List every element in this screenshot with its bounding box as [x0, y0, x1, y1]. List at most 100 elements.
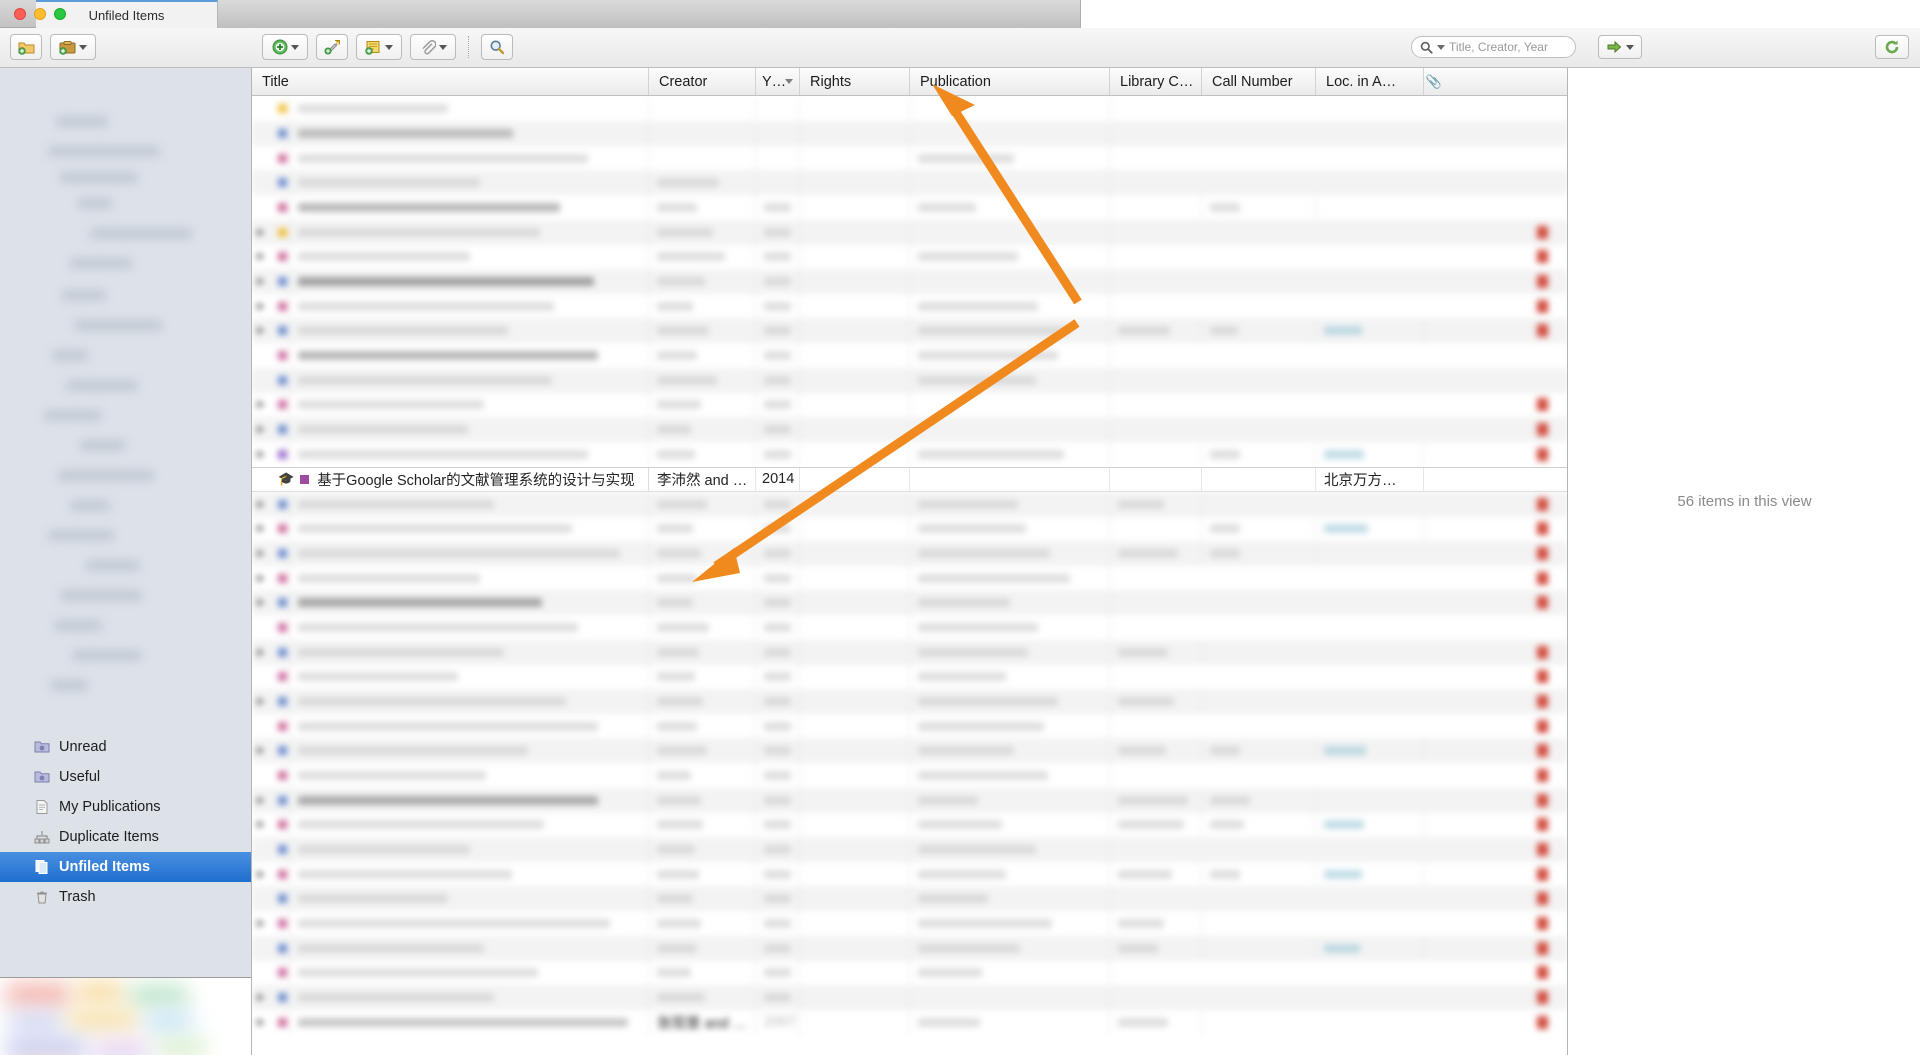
items-column-headers: Title Creator Y… Rights Publication Libr…	[252, 68, 1567, 96]
table-row[interactable]	[252, 121, 1567, 146]
table-row[interactable]: ▶	[252, 294, 1567, 319]
new-item-button[interactable]	[262, 34, 308, 60]
row-twisty[interactable]: ▶	[252, 276, 270, 287]
table-row[interactable]	[252, 960, 1567, 985]
table-row[interactable]: ▶	[252, 788, 1567, 813]
row-twisty[interactable]: ▶	[252, 918, 270, 929]
row-twisty[interactable]: ▶	[252, 251, 270, 262]
row-twisty[interactable]: ▶	[252, 869, 270, 880]
table-row[interactable]	[252, 714, 1567, 739]
maximize-button[interactable]	[54, 8, 66, 20]
table-row[interactable]: ▶	[252, 590, 1567, 615]
minimize-button[interactable]	[34, 8, 46, 20]
tag-selector[interactable]	[0, 977, 251, 1055]
close-button[interactable]	[14, 8, 26, 20]
unfiled-icon	[35, 860, 48, 874]
table-row[interactable]	[252, 936, 1567, 961]
table-row[interactable]: ▶	[252, 392, 1567, 417]
add-item-by-identifier-button[interactable]: Z	[316, 34, 348, 60]
sidebar-item-unread[interactable]: Unread	[0, 732, 251, 762]
row-twisty[interactable]: ▶	[252, 992, 270, 1003]
column-header-loc-in-archive[interactable]: Loc. in A…	[1316, 68, 1424, 95]
table-row[interactable]	[252, 615, 1567, 640]
table-row-last[interactable]: ▶ 张现普 and … 2007	[252, 1010, 1567, 1035]
search-mode-chevron-icon[interactable]	[1437, 44, 1445, 50]
new-collection-button[interactable]	[10, 34, 42, 60]
svg-text:Z: Z	[335, 40, 338, 46]
row-twisty[interactable]: ▶	[252, 499, 270, 510]
locate-button[interactable]	[1598, 35, 1642, 59]
new-note-button[interactable]	[356, 34, 402, 60]
sidebar-item-duplicate-items[interactable]: Duplicate Items	[0, 822, 251, 852]
column-header-title[interactable]: Title	[252, 68, 649, 95]
row-twisty[interactable]: ▶	[252, 227, 270, 238]
row-twisty[interactable]: ▶	[252, 449, 270, 460]
row-twisty[interactable]: ▶	[252, 795, 270, 806]
quick-search-box[interactable]: Title, Creator, Year	[1411, 36, 1576, 58]
table-row[interactable]: ▶	[252, 566, 1567, 591]
table-row[interactable]	[252, 195, 1567, 220]
table-row[interactable]: ▶	[252, 318, 1567, 343]
table-row[interactable]: ▶	[252, 640, 1567, 665]
table-row[interactable]	[252, 664, 1567, 689]
table-row[interactable]	[252, 170, 1567, 195]
table-row[interactable]: ▶	[252, 269, 1567, 294]
table-row[interactable]: ▶	[252, 442, 1567, 467]
table-row[interactable]: ▶	[252, 220, 1567, 245]
sync-button[interactable]	[1875, 35, 1909, 59]
column-header-library-catalog[interactable]: Library C…	[1110, 68, 1202, 95]
column-header-year[interactable]: Y…	[756, 68, 800, 95]
table-row[interactable]	[252, 146, 1567, 171]
table-row[interactable]	[252, 368, 1567, 393]
column-header-call-number[interactable]: Call Number	[1202, 68, 1316, 95]
sidebar-item-useful[interactable]: Useful	[0, 762, 251, 792]
row-twisty[interactable]: ▶	[252, 399, 270, 410]
collections-tree-blurred[interactable]	[0, 68, 251, 733]
sidebar-item-unfiled-items[interactable]: Unfiled Items	[0, 852, 251, 882]
advanced-search-button[interactable]	[481, 34, 513, 60]
row-twisty[interactable]: ▶	[252, 548, 270, 559]
table-row-selected[interactable]: 🎓 基于Google Scholar的文献管理系统的设计与实现 李沛然 and …	[252, 467, 1567, 492]
column-label: Creator	[659, 73, 708, 90]
row-twisty[interactable]: ▶	[252, 523, 270, 534]
sort-descending-icon	[785, 79, 793, 84]
sidebar-item-trash[interactable]: Trash	[0, 882, 251, 912]
table-row[interactable]: ▶	[252, 985, 1567, 1010]
column-label: Rights	[810, 73, 852, 90]
row-twisty[interactable]: ▶	[252, 819, 270, 830]
column-header-rights[interactable]: Rights	[800, 68, 910, 95]
row-twisty[interactable]: ▶	[252, 424, 270, 435]
items-list[interactable]: ▶ ▶ ▶ ▶ ▶ ▶ ▶ ▶ 🎓 基于Google Scholar的文献管理系…	[252, 96, 1567, 1055]
row-twisty[interactable]: ▶	[252, 696, 270, 707]
row-twisty[interactable]: ▶	[252, 1017, 270, 1028]
row-twisty[interactable]: ▶	[252, 301, 270, 312]
table-row[interactable]	[252, 886, 1567, 911]
table-row[interactable]	[252, 837, 1567, 862]
table-row[interactable]: ▶	[252, 244, 1567, 269]
table-row[interactable]: ▶	[252, 812, 1567, 837]
new-library-button[interactable]	[50, 34, 96, 60]
row-twisty[interactable]: ▶	[252, 597, 270, 608]
table-row[interactable]: ▶	[252, 738, 1567, 763]
row-twisty[interactable]: ▶	[252, 745, 270, 756]
table-row[interactable]: ▶	[252, 417, 1567, 442]
column-header-attachment[interactable]: 📎	[1424, 68, 1452, 95]
column-header-publication[interactable]: Publication	[910, 68, 1110, 95]
row-twisty[interactable]: ▶	[252, 325, 270, 336]
add-attachment-button[interactable]	[410, 34, 456, 60]
table-row[interactable]: ▶	[252, 862, 1567, 887]
row-twisty[interactable]: ▶	[252, 647, 270, 658]
table-row[interactable]	[252, 343, 1567, 368]
table-row[interactable]: ▶	[252, 516, 1567, 541]
column-label: Title	[262, 73, 289, 90]
search-input[interactable]: Title, Creator, Year	[1449, 40, 1548, 54]
sidebar-item-my-publications[interactable]: My Publications	[0, 792, 251, 822]
row-twisty[interactable]: ▶	[252, 573, 270, 584]
table-row[interactable]	[252, 96, 1567, 121]
table-row[interactable]	[252, 763, 1567, 788]
table-row[interactable]: ▶	[252, 541, 1567, 566]
column-header-creator[interactable]: Creator	[649, 68, 756, 95]
table-row[interactable]: ▶	[252, 492, 1567, 517]
table-row[interactable]: ▶	[252, 911, 1567, 936]
table-row[interactable]: ▶	[252, 689, 1567, 714]
